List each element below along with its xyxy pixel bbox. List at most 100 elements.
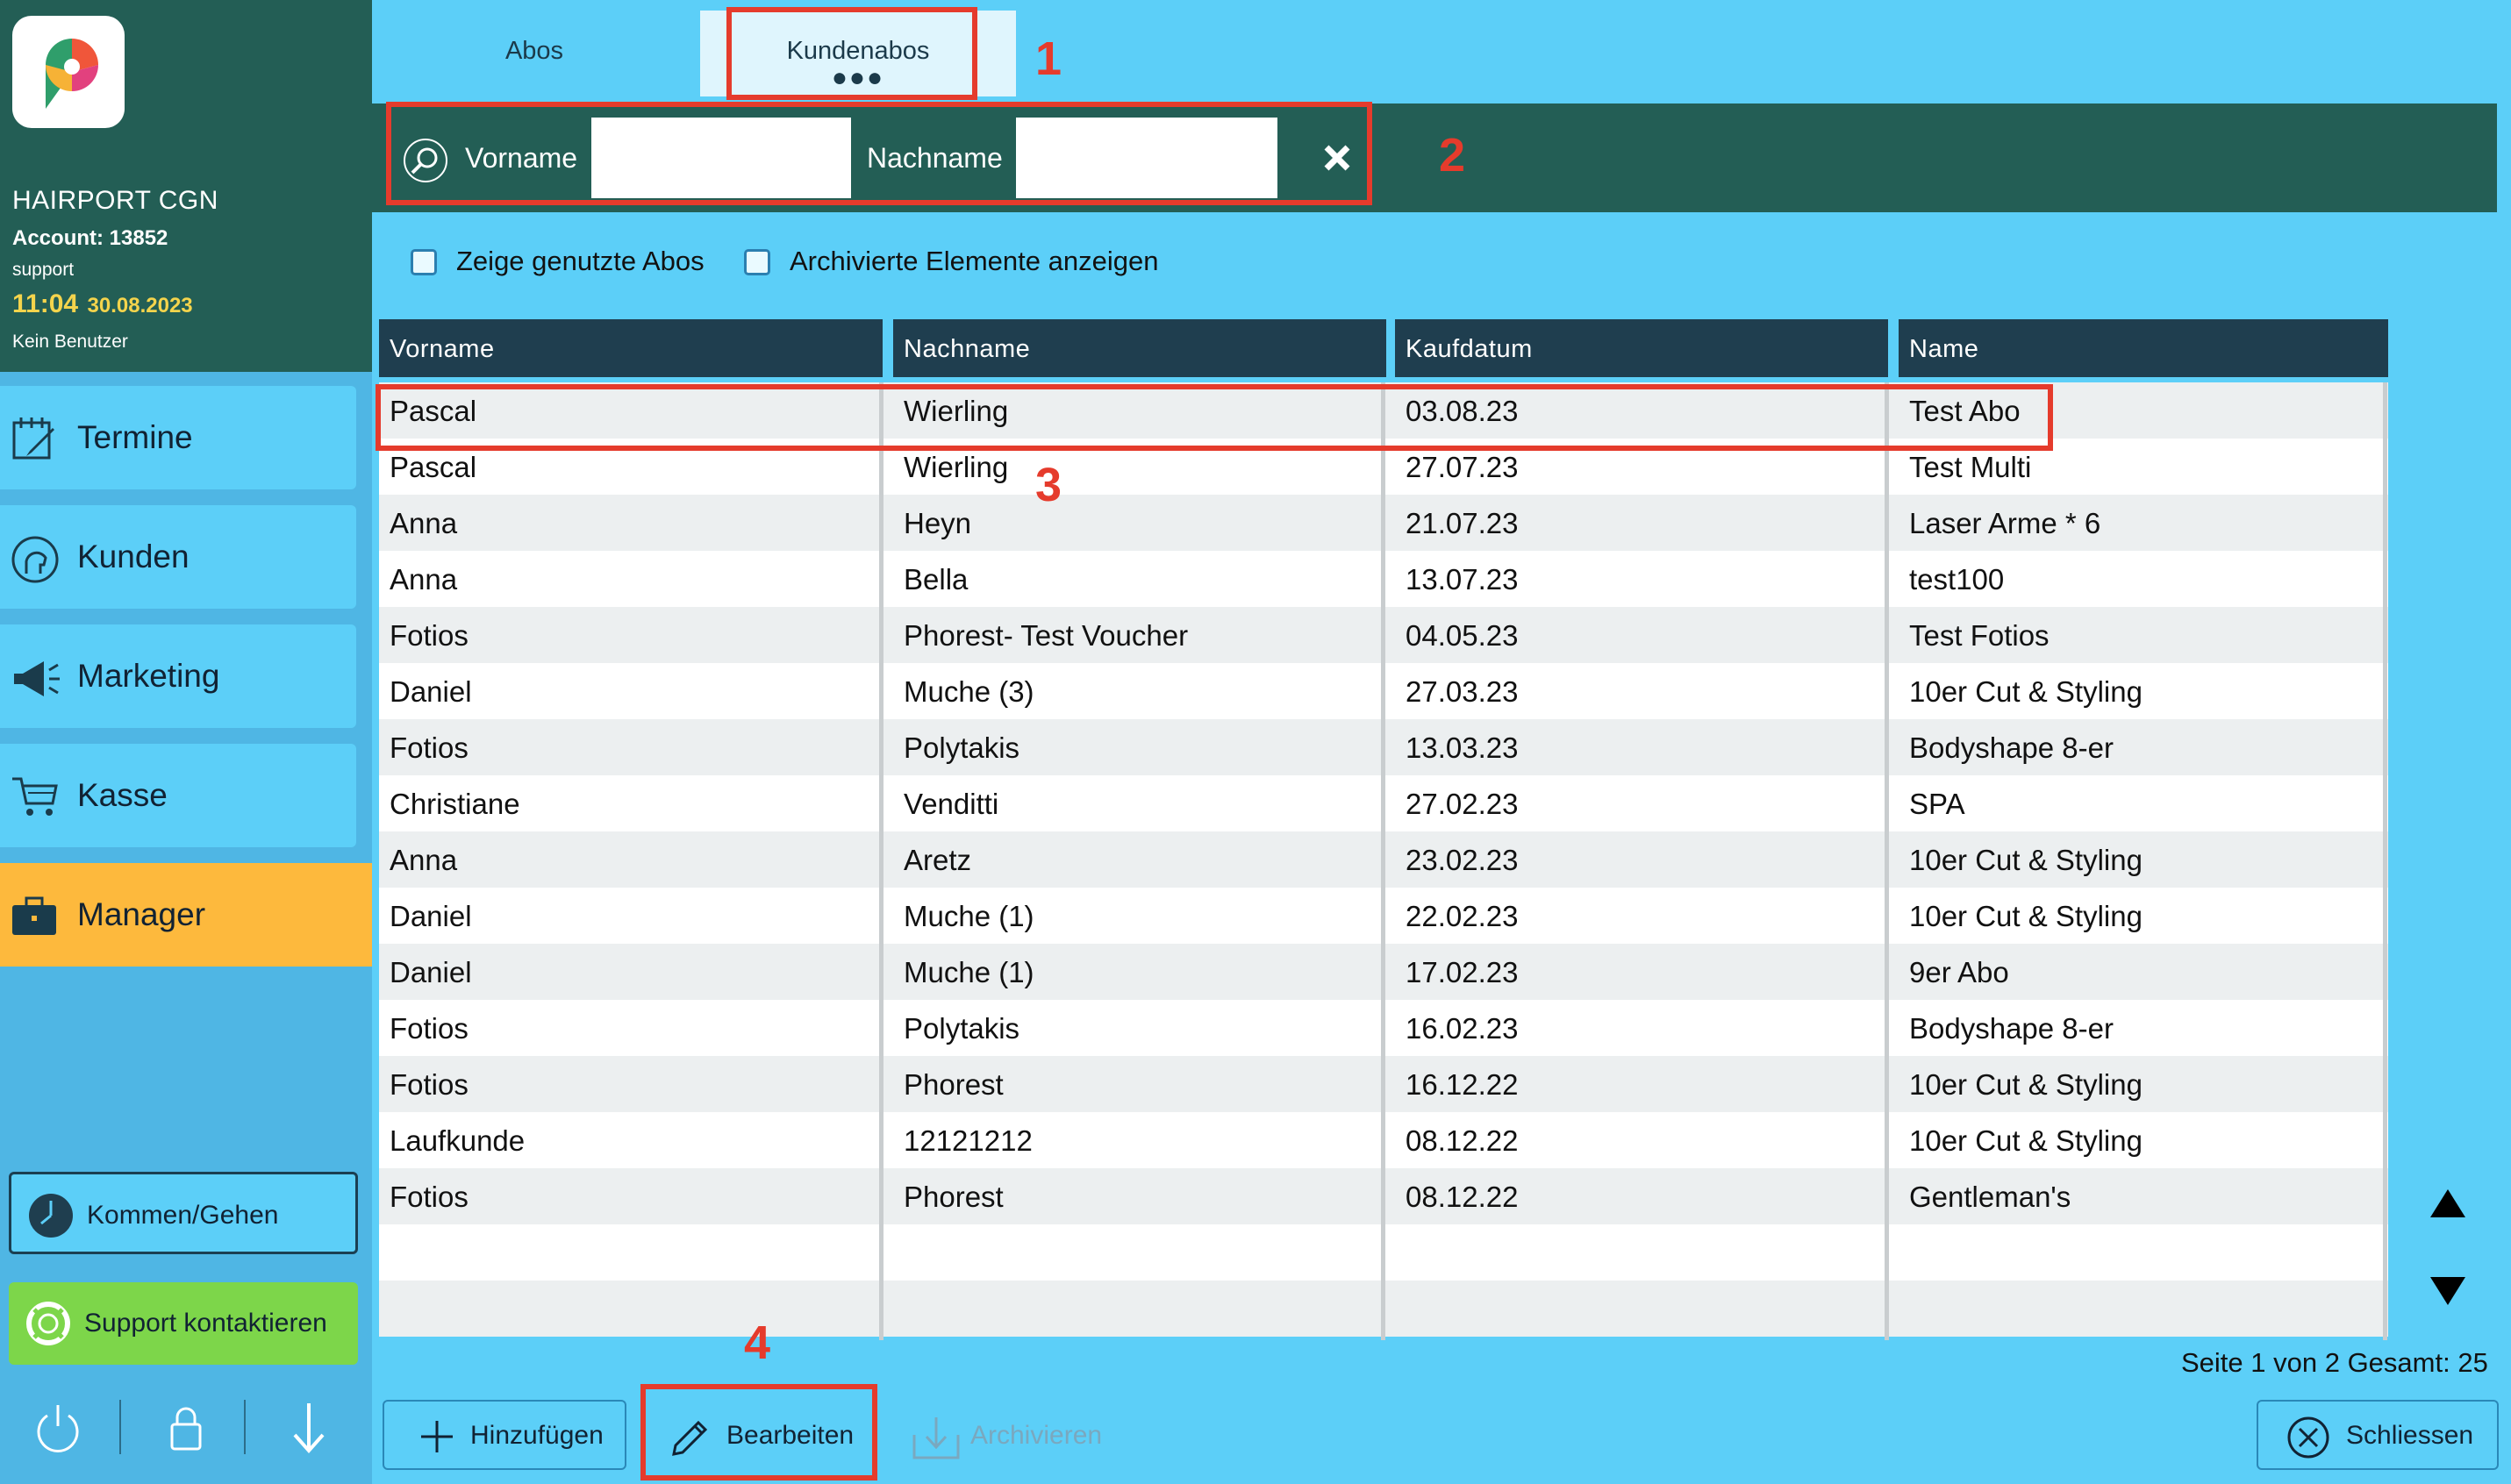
cart-icon <box>11 774 60 819</box>
highlight-box-row <box>376 384 2053 451</box>
table-cell: 22.02.23 <box>1406 900 1519 932</box>
clock-time: 11:04 <box>12 289 79 318</box>
app-logo <box>12 16 125 128</box>
add-label: Hinzufügen <box>470 1421 604 1450</box>
nav-label: Manager <box>77 896 206 932</box>
column-header-name[interactable]: Name <box>1899 319 2388 377</box>
kommen-gehen-button[interactable]: Kommen/Gehen <box>9 1172 358 1254</box>
annotation-number: 3 <box>1035 459 1062 511</box>
table-cell: 27.07.23 <box>1406 451 1519 483</box>
table-cell: Fotios <box>390 1012 469 1045</box>
table-cell: 27.02.23 <box>1406 788 1519 820</box>
sidebar: HAIRPORT CGN Account: 13852 support 11:0… <box>0 0 372 1484</box>
nav-kasse[interactable]: Kasse <box>0 744 356 847</box>
column-header-nachname[interactable]: Nachname <box>893 319 1386 377</box>
table-cell: Daniel <box>390 900 472 932</box>
table-cell: Anna <box>390 844 458 876</box>
table-cell: Pascal <box>390 451 477 483</box>
clock-date: 30.08.2023 <box>87 294 193 317</box>
table-cell: Muche (1) <box>904 900 1034 932</box>
kommen-gehen-label: Kommen/Gehen <box>87 1201 279 1230</box>
table-cell: Muche (3) <box>904 675 1034 708</box>
table-cell: Phorest <box>904 1068 1004 1101</box>
table-cell: Bodyshape 8-er <box>1909 1012 2114 1045</box>
close-label: Schliessen <box>2346 1421 2474 1450</box>
table-cell: Phorest- Test Voucher <box>904 619 1189 652</box>
nav-marketing[interactable]: Marketing <box>0 624 356 728</box>
table-cell: Muche (1) <box>904 956 1034 988</box>
table-cell: Polytakis <box>904 731 1020 764</box>
column-header-vorname[interactable]: Vorname <box>379 319 883 377</box>
table-cell: 23.02.23 <box>1406 844 1519 876</box>
archive-label: Archivieren <box>970 1421 1103 1450</box>
calendar-edit-icon <box>11 416 60 461</box>
current-user: Kein Benutzer <box>12 332 128 352</box>
table-cell: Fotios <box>390 619 469 652</box>
nav-termine[interactable]: Termine <box>0 386 356 489</box>
table-cell: test100 <box>1909 563 2005 596</box>
table-cell: Anna <box>390 507 458 539</box>
nav-label: Marketing <box>77 658 220 694</box>
table-cell: Bodyshape 8-er <box>1909 731 2114 764</box>
table-cell: Anna <box>390 563 458 596</box>
support-button[interactable]: Support kontaktieren <box>9 1282 358 1365</box>
column-divider <box>1885 382 1889 1340</box>
support-label: Support kontaktieren <box>84 1309 327 1338</box>
nav-label: Termine <box>77 419 193 455</box>
table-cell: SPA <box>1909 788 1965 820</box>
table-cell: Christiane <box>390 788 520 820</box>
table-cell: Venditti <box>904 788 999 820</box>
table-cell: 10er Cut & Styling <box>1909 844 2143 876</box>
sidebar-header: HAIRPORT CGN Account: 13852 support 11:0… <box>0 0 372 372</box>
scroll-up-icon[interactable] <box>2429 1186 2467 1221</box>
used-abos-label: Zeige genutzte Abos <box>456 246 705 276</box>
table-cell: Fotios <box>390 1181 469 1213</box>
tab-abos-label: Abos <box>504 37 564 65</box>
nav-label: Kasse <box>77 777 168 813</box>
table-cell: 9er Abo <box>1909 956 2009 988</box>
table-cell: 21.07.23 <box>1406 507 1519 539</box>
annotation-number: 2 <box>1439 129 1466 182</box>
highlight-box-tab <box>726 7 977 100</box>
table-cell: 17.02.23 <box>1406 956 1519 988</box>
table-cell: 08.12.22 <box>1406 1181 1519 1213</box>
table-cell: 13.07.23 <box>1406 563 1519 596</box>
annotation-number: 4 <box>744 1316 771 1369</box>
table-cell: Laser Arme * 6 <box>1909 507 2101 539</box>
nav-kunden[interactable]: Kunden <box>0 505 356 609</box>
lifebuoy-icon <box>26 1302 70 1350</box>
user-role: support <box>12 260 75 280</box>
clock-icon <box>27 1192 75 1244</box>
table-cell: Heyn <box>904 507 972 539</box>
megaphone-icon <box>11 654 60 700</box>
power-icon[interactable] <box>33 1400 82 1459</box>
table-cell: 13.03.23 <box>1406 731 1519 764</box>
table-cell: 10er Cut & Styling <box>1909 900 2143 932</box>
nav-manager[interactable]: Manager <box>0 863 372 967</box>
nav-label: Kunden <box>77 539 190 574</box>
lock-icon[interactable] <box>161 1400 211 1459</box>
used-abos-checkbox[interactable] <box>411 249 437 275</box>
table-cell: Aretz <box>904 844 972 876</box>
table-cell: 27.03.23 <box>1406 675 1519 708</box>
head-icon <box>11 535 60 583</box>
arrow-down-icon[interactable] <box>284 1400 333 1459</box>
add-button[interactable]: Hinzufügen <box>383 1400 626 1470</box>
close-button[interactable]: Schliessen <box>2257 1400 2499 1470</box>
table-cell: 10er Cut & Styling <box>1909 675 2143 708</box>
table-cell: Fotios <box>390 731 469 764</box>
table-cell: 12121212 <box>904 1124 1033 1157</box>
table-cell: Daniel <box>390 675 472 708</box>
table-cell: Wierling <box>904 451 1009 483</box>
archived-checkbox[interactable] <box>744 249 770 275</box>
table-cell: Phorest <box>904 1181 1004 1213</box>
highlight-box-search <box>386 102 1372 205</box>
table-cell: Bella <box>904 563 969 596</box>
archive-button[interactable]: Archivieren <box>904 1400 1114 1470</box>
scroll-down-icon[interactable] <box>2429 1274 2467 1309</box>
tab-abos[interactable]: Abos <box>372 0 697 96</box>
table-cell: 16.02.23 <box>1406 1012 1519 1045</box>
column-divider <box>2383 382 2387 1340</box>
table-cell: 10er Cut & Styling <box>1909 1068 2143 1101</box>
column-header-kaufdatum[interactable]: Kaufdatum <box>1395 319 1888 377</box>
